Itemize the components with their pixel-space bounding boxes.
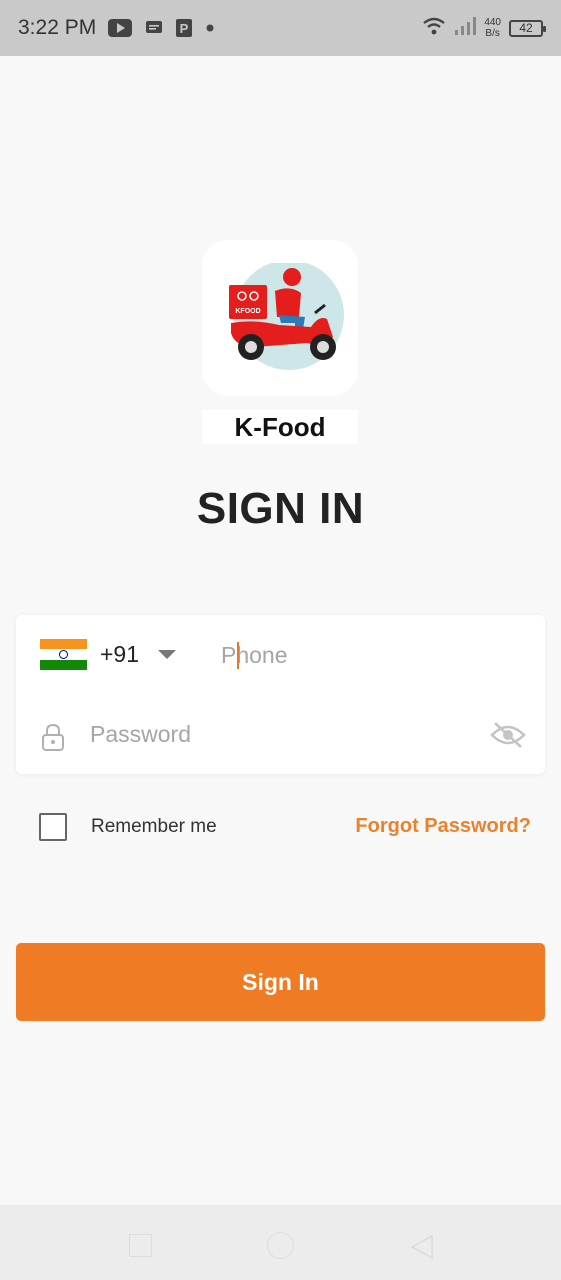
country-code[interactable]: +91 (100, 641, 139, 668)
svg-text:P: P (180, 21, 189, 36)
net-speed-value: 440 (484, 17, 501, 28)
parking-app-icon: P (176, 19, 193, 37)
status-time: 3:22 PM (18, 16, 97, 39)
sign-in-button[interactable]: Sign In (16, 943, 545, 1021)
lock-icon (42, 723, 64, 756)
chevron-down-icon[interactable] (158, 650, 176, 659)
remember-me-label[interactable]: Remember me (91, 816, 217, 838)
status-bar: 3:22 PM P 440 B/s 42 (0, 0, 561, 56)
logo-badge-text: KFOOD (235, 308, 260, 315)
password-input[interactable] (90, 716, 470, 752)
delivery-scooter-icon: KFOOD (229, 263, 344, 370)
message-icon (146, 20, 163, 36)
signal-icon (454, 16, 477, 41)
back-icon[interactable] (410, 1234, 434, 1265)
app-logo: KFOOD (202, 240, 358, 396)
eye-off-icon[interactable] (490, 721, 526, 754)
youtube-icon (108, 19, 133, 37)
remember-me-checkbox[interactable] (39, 813, 67, 841)
battery-level: 42 (519, 21, 533, 35)
phone-row: +91 (16, 615, 545, 695)
india-flag-icon[interactable] (40, 639, 87, 670)
net-speed-unit: B/s (485, 28, 500, 39)
forgot-password-link[interactable]: Forgot Password? (355, 815, 531, 838)
status-right-group: 440 B/s 42 (422, 16, 546, 41)
system-nav-bar (0, 1205, 561, 1280)
dot-icon (206, 24, 214, 32)
text-cursor (237, 642, 239, 669)
app-name: K-Food (202, 410, 358, 444)
recent-apps-icon[interactable] (129, 1234, 152, 1257)
wifi-icon (422, 16, 446, 41)
phone-input[interactable] (221, 637, 521, 673)
network-speed: 440 B/s (484, 17, 501, 39)
svg-text:KFOOD: KFOOD (235, 308, 260, 315)
login-form-card: +91 (16, 615, 545, 774)
password-row (16, 695, 545, 774)
home-icon[interactable] (267, 1232, 294, 1259)
battery-icon: 42 (509, 19, 546, 37)
page-title: SIGN IN (196, 484, 365, 533)
